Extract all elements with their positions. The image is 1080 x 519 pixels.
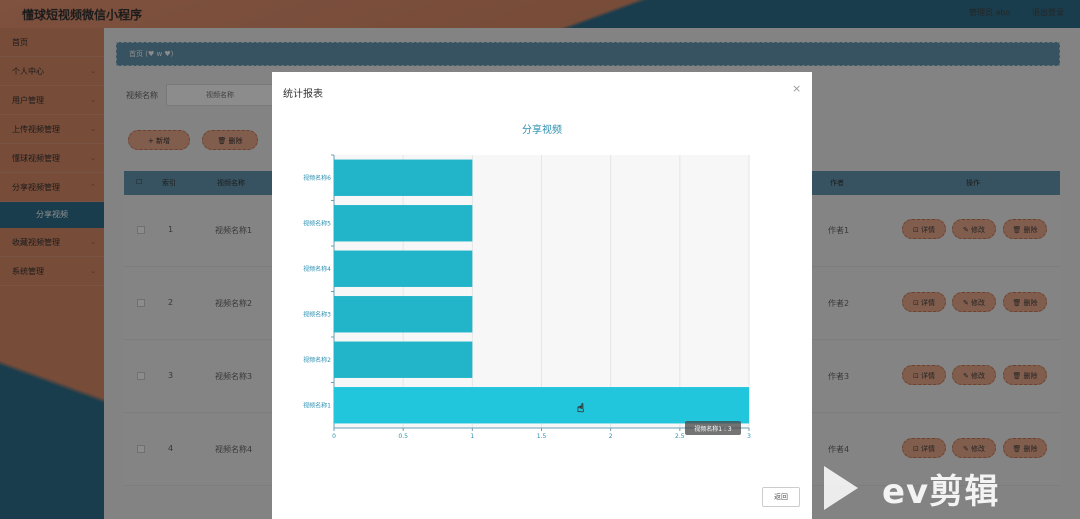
ev-watermark: ev剪辑: [822, 458, 1042, 514]
x-tick-label: 2.5: [675, 433, 685, 440]
tooltip-text: 视频名称1 : 3: [694, 425, 732, 433]
y-tick-label: 视频名称5: [303, 219, 331, 227]
bar: [334, 341, 473, 378]
bar: [334, 296, 473, 333]
bar: [334, 250, 473, 287]
bar: [334, 387, 749, 424]
hand-cursor-icon: ☝: [577, 401, 584, 415]
y-tick-label: 视频名称1: [303, 401, 331, 409]
x-tick-label: 1: [470, 433, 474, 440]
return-button[interactable]: 返回: [762, 487, 800, 507]
watermark-text: ev剪辑: [882, 472, 1000, 512]
x-tick-label: 3: [747, 433, 751, 440]
bar: [334, 205, 473, 242]
bar-chart: 0 0.5 1 1.5 2 2.5 3 视频名称1 视频名称2 视频名称3 视频名称4 视频名称5 视频…: [303, 154, 751, 440]
x-tick-label: 2: [609, 433, 613, 440]
y-tick-label: 视频名称3: [303, 310, 331, 318]
x-tick-label: 0: [332, 433, 336, 440]
play-icon: [824, 466, 858, 510]
report-modal: 统计报表 × 分享视频 0 0.5 1 1.5 2 2.5 3 视频名称1 视频名称2 视频名称3…: [272, 72, 812, 519]
y-tick-label: 视频名称6: [303, 174, 331, 182]
y-tick-label: 视频名称4: [303, 265, 331, 273]
y-tick-label: 视频名称2: [303, 356, 331, 364]
x-tick-label: 1.5: [537, 433, 547, 440]
bar: [334, 159, 473, 196]
x-tick-label: 0.5: [398, 433, 408, 440]
